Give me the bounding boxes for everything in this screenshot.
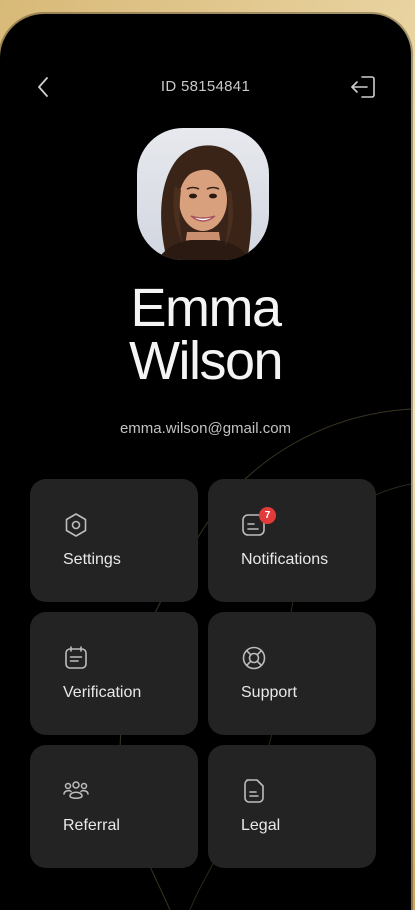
legal-label: Legal (241, 817, 281, 834)
support-icon (242, 646, 266, 670)
notification-badge: 7 (259, 507, 276, 524)
verification-tile[interactable]: Verification (30, 612, 198, 735)
notifications-tile[interactable]: 7 Notifications (208, 479, 376, 602)
legal-tile[interactable]: Legal (208, 745, 376, 868)
profile-photo (157, 145, 252, 260)
verification-label: Verification (63, 684, 142, 701)
settings-tile[interactable]: Settings (30, 479, 198, 602)
user-email: emma.wilson@gmail.com (119, 420, 292, 437)
last-name: Wilson (128, 331, 284, 391)
notifications-icon-wrap: 7 (241, 507, 276, 538)
logout-icon (351, 76, 375, 98)
referral-tile[interactable]: Referral (30, 745, 198, 868)
support-tile[interactable]: Support (208, 612, 376, 735)
settings-label: Settings (63, 551, 121, 568)
support-label: Support (241, 684, 298, 701)
legal-icon (244, 779, 264, 803)
user-name: Emma Wilson (0, 278, 411, 391)
first-name: Emma (130, 278, 282, 338)
referral-label: Referral (63, 817, 120, 834)
avatar[interactable] (137, 128, 269, 260)
verification-icon (65, 646, 87, 669)
top-bar: ID 58154841 (0, 70, 411, 104)
logout-button[interactable] (346, 72, 380, 102)
phone-screen: ID 58154841 Emma Wilson emma.wilson@gmai… (0, 14, 411, 910)
settings-icon (65, 513, 87, 537)
notifications-label: Notifications (241, 551, 329, 568)
referral-icon (63, 781, 89, 799)
